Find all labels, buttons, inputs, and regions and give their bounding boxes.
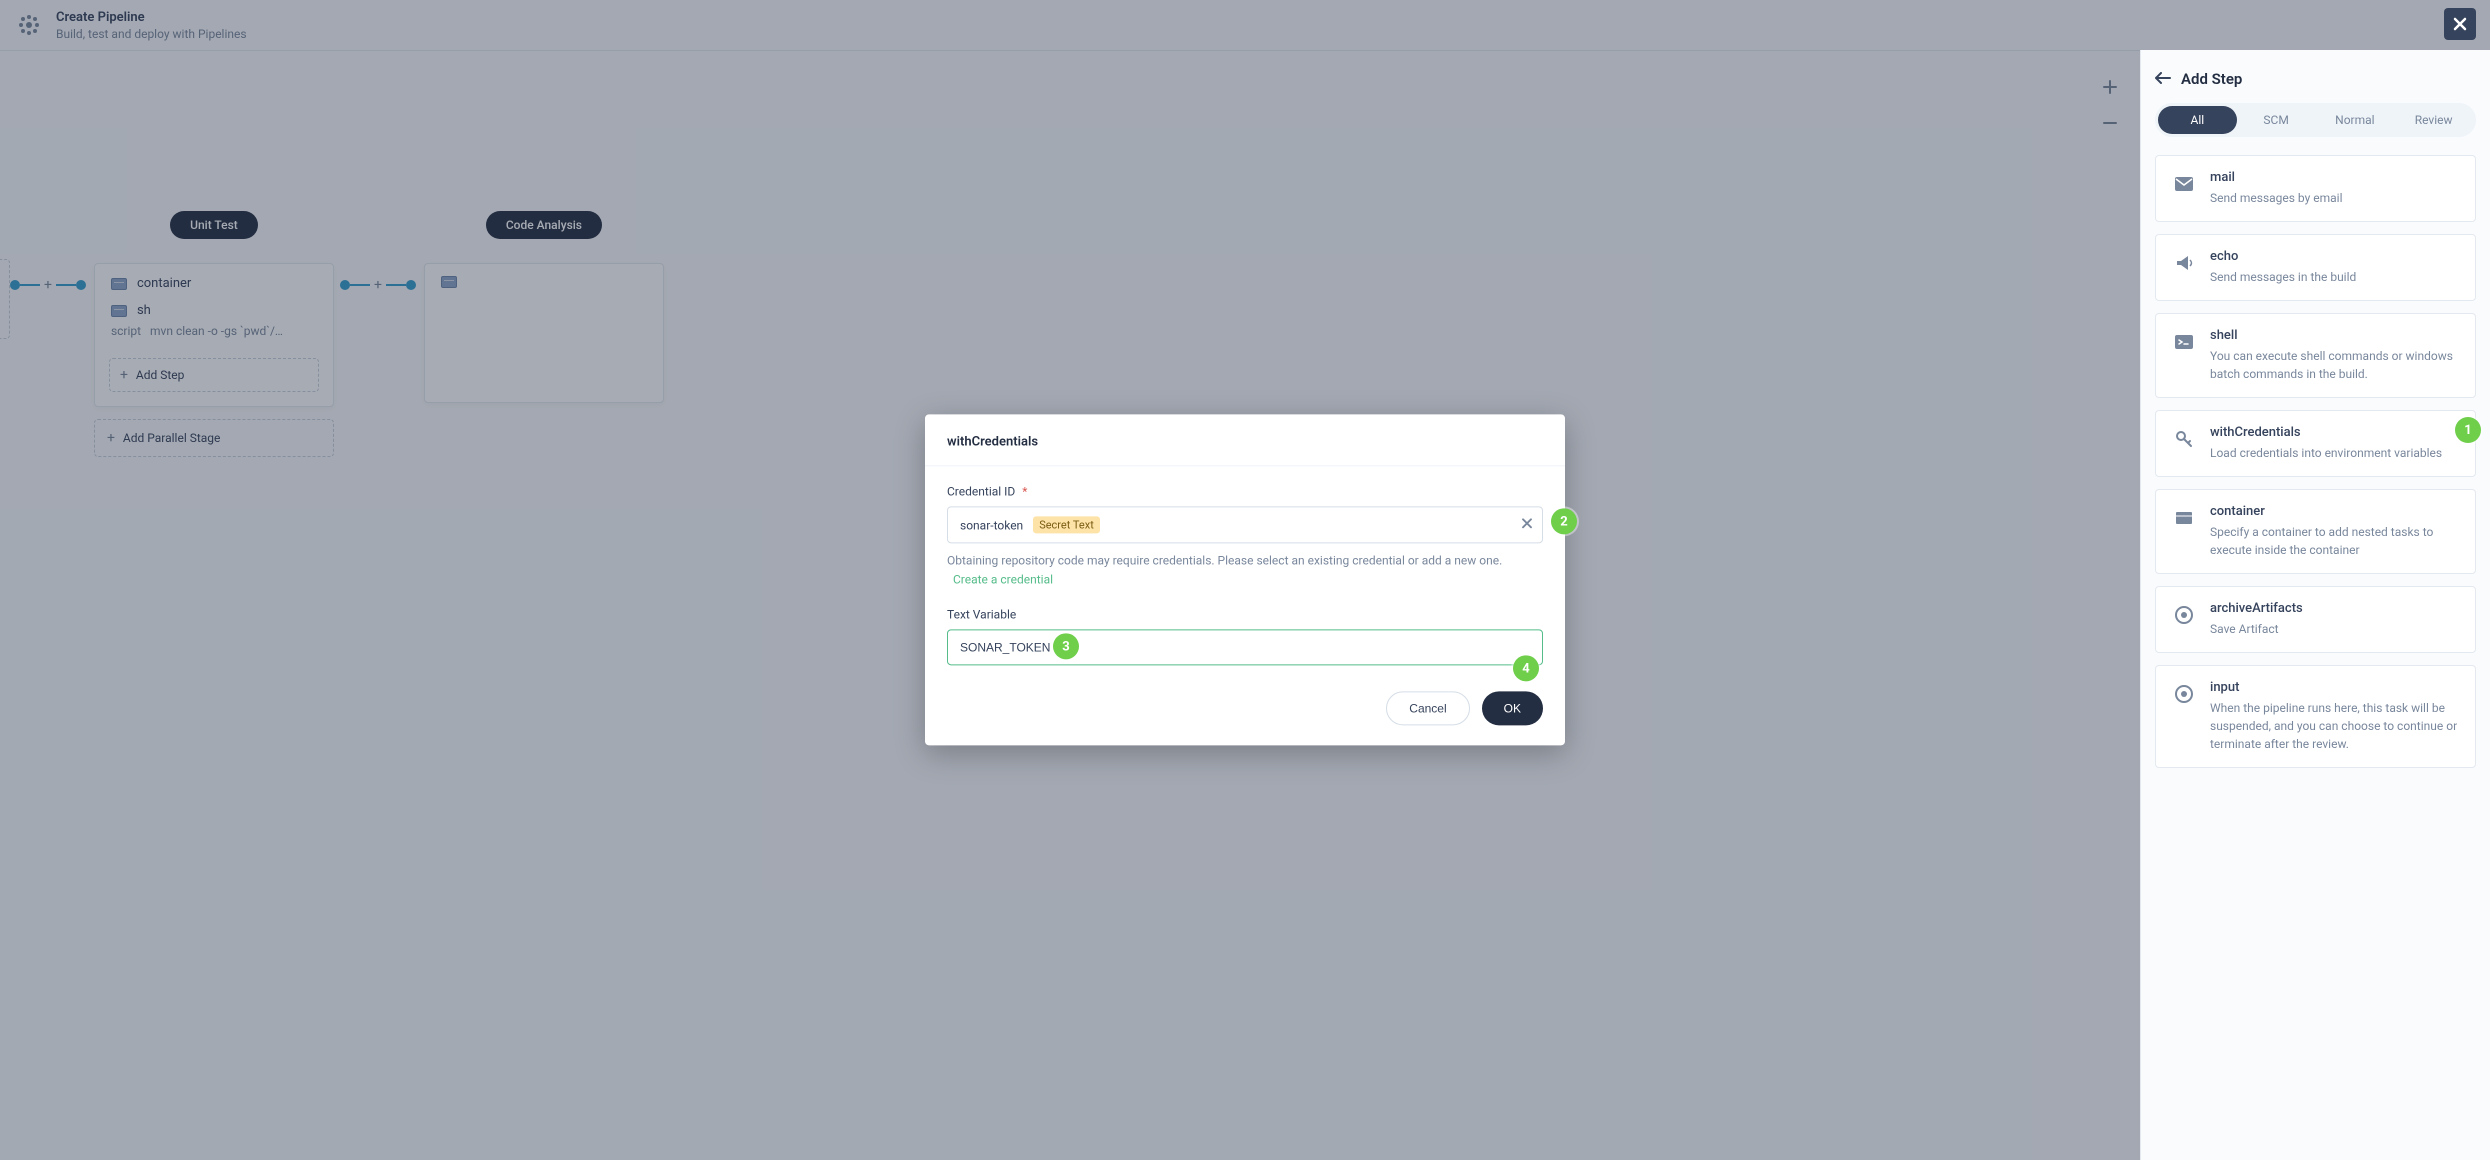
terminal-icon	[111, 305, 127, 317]
callout-badge-2: 2	[1551, 508, 1577, 534]
header: Create Pipeline Build, test and deploy w…	[0, 0, 2490, 50]
back-arrow[interactable]	[2155, 68, 2171, 89]
step-desc: Specify a container to add nested tasks …	[2210, 523, 2459, 559]
add-parallel-label: Add Parallel Stage	[123, 431, 221, 445]
step-name: input	[2210, 680, 2459, 695]
connector-dot	[340, 280, 350, 290]
tab-all[interactable]: All	[2158, 106, 2237, 134]
step-desc: You can execute shell commands or window…	[2210, 347, 2459, 383]
step-desc: When the pipeline runs here, this task w…	[2210, 699, 2459, 753]
node-sh-label: sh	[137, 303, 151, 318]
stage-card[interactable]	[424, 263, 664, 403]
step-desc: Load credentials into environment variab…	[2210, 444, 2459, 462]
create-credential-link[interactable]: Create a credential	[953, 573, 1053, 587]
zoom-in-button[interactable]	[2098, 75, 2122, 99]
page-subtitle: Build, test and deploy with Pipelines	[56, 27, 247, 41]
clear-credential-button[interactable]	[1521, 517, 1533, 533]
text-variable-label: Text Variable	[947, 608, 1543, 622]
stage-chip-code-analysis[interactable]: Code Analysis	[486, 211, 602, 239]
plus-icon: +	[120, 367, 128, 383]
credential-id-label: Credential ID	[947, 484, 1015, 498]
target-icon	[2172, 603, 2196, 627]
plus-icon: +	[107, 430, 115, 446]
step-card-withCredentials[interactable]: withCredentials Load credentials into env…	[2155, 410, 2476, 477]
add-step-label: Add Step	[136, 368, 185, 382]
step-card-input[interactable]: input When the pipeline runs here, this t…	[2155, 665, 2476, 768]
step-card-shell[interactable]: shell You can execute shell commands or w…	[2155, 313, 2476, 398]
with-credentials-modal: withCredentials Credential ID * sonar-to…	[925, 414, 1565, 745]
credential-type-chip: Secret Text	[1033, 516, 1100, 533]
container-icon	[111, 278, 127, 290]
connector-add[interactable]: +	[374, 277, 382, 293]
side-panel-title: Add Step	[2181, 70, 2242, 88]
step-card-archiveArtifacts[interactable]: archiveArtifacts Save Artifact	[2155, 586, 2476, 653]
connector-dot	[76, 280, 86, 290]
tab-scm[interactable]: SCM	[2237, 106, 2316, 134]
page-title: Create Pipeline	[56, 10, 247, 25]
megaphone-icon	[2172, 251, 2196, 275]
text-variable-input[interactable]	[947, 630, 1543, 666]
required-indicator: *	[1022, 484, 1027, 498]
step-name: shell	[2210, 328, 2459, 343]
terminal-icon	[2172, 330, 2196, 354]
step-filter-tabs: All SCM Normal Review	[2155, 103, 2476, 137]
target-icon	[2172, 682, 2196, 706]
step-card-mail[interactable]: mail Send messages by email	[2155, 155, 2476, 222]
connector-dot	[10, 280, 20, 290]
empty-slot	[0, 259, 10, 339]
pipeline-logo	[16, 12, 42, 38]
add-parallel-stage-button[interactable]: + Add Parallel Stage	[94, 419, 334, 457]
credential-id-select[interactable]: sonar-token Secret Text	[947, 506, 1543, 543]
zoom-out-button[interactable]	[2098, 111, 2122, 135]
step-desc: Save Artifact	[2210, 620, 2459, 638]
tab-normal[interactable]: Normal	[2316, 106, 2395, 134]
step-card-container[interactable]: container Specify a container to add nest…	[2155, 489, 2476, 574]
close-button[interactable]	[2444, 8, 2476, 40]
script-value: mvn clean -o -gs `pwd`/…	[150, 324, 283, 338]
step-name: archiveArtifacts	[2210, 601, 2459, 616]
step-name: container	[2210, 504, 2459, 519]
step-name: echo	[2210, 249, 2459, 264]
add-step-panel: Add Step All SCM Normal Review mail Send …	[2140, 50, 2490, 1160]
connector-dot	[406, 280, 416, 290]
script-label: script	[111, 324, 141, 338]
stage-card[interactable]: container sh script mvn clean -o -gs `pw…	[94, 263, 334, 407]
step-card-echo[interactable]: echo Send messages in the build	[2155, 234, 2476, 301]
tab-review[interactable]: Review	[2394, 106, 2473, 134]
step-desc: Send messages in the build	[2210, 268, 2459, 286]
node-container-label: container	[137, 276, 191, 291]
connector-add[interactable]: +	[44, 277, 52, 293]
cancel-button[interactable]: Cancel	[1386, 692, 1469, 726]
callout-badge-1: 1	[2455, 417, 2481, 443]
credential-id-value: sonar-token	[960, 518, 1023, 532]
credential-help-text: Obtaining repository code may require cr…	[947, 553, 1502, 567]
key-icon	[2172, 427, 2196, 451]
ok-button[interactable]: OK	[1482, 692, 1543, 726]
modal-title: withCredentials	[947, 434, 1543, 449]
step-name: withCredentials	[2210, 425, 2459, 440]
box-icon	[2172, 506, 2196, 530]
step-desc: Send messages by email	[2210, 189, 2459, 207]
stage-chip-unit-test[interactable]: Unit Test	[170, 211, 258, 239]
step-name: mail	[2210, 170, 2459, 185]
mail-icon	[2172, 172, 2196, 196]
add-step-inline-button[interactable]: + Add Step	[109, 358, 319, 392]
container-icon	[441, 276, 457, 288]
